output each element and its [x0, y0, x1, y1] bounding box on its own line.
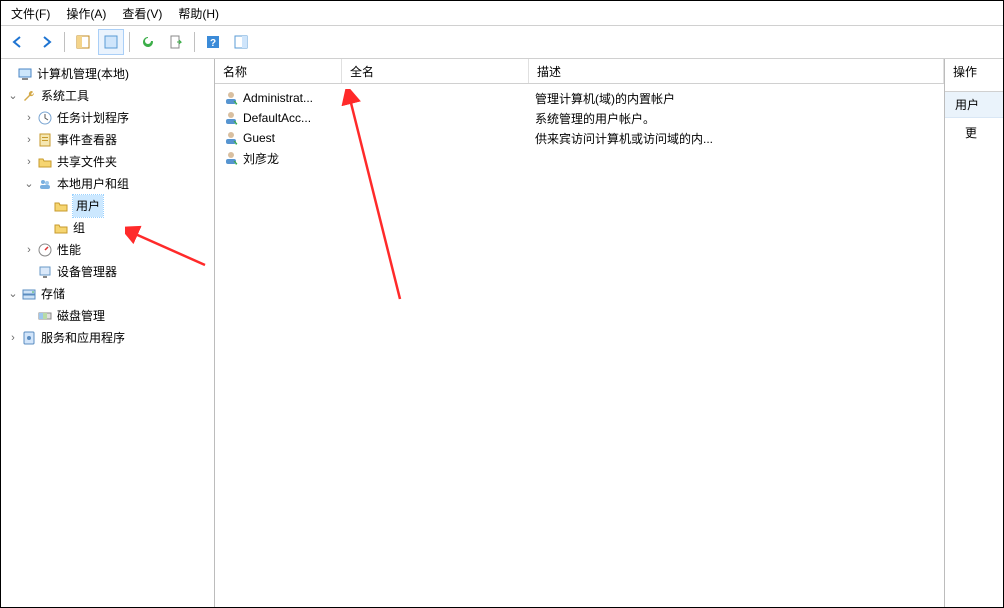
nav-back-icon[interactable] — [5, 29, 31, 55]
tree-groups[interactable]: 组 — [1, 217, 214, 239]
toolbar-separator — [129, 32, 130, 52]
collapse-icon[interactable]: ⌄ — [5, 283, 21, 305]
actions-more[interactable]: 更 — [945, 118, 1003, 147]
expand-icon[interactable]: › — [21, 107, 37, 129]
tree-label: 性能 — [57, 239, 81, 261]
toolbar: ? — [1, 26, 1003, 59]
services-icon — [21, 330, 37, 346]
tree-label: 计算机管理(本地) — [37, 63, 129, 85]
expand-icon[interactable]: › — [21, 151, 37, 173]
actions-header: 操作 — [945, 59, 1003, 92]
expand-icon[interactable]: › — [5, 327, 21, 349]
tree-pane[interactable]: › 计算机管理(本地) ⌄ 系统工具 › 任务计划程序 — [1, 59, 215, 607]
folder-icon — [53, 198, 69, 214]
tree-shared-folders[interactable]: › 共享文件夹 — [1, 151, 214, 173]
tree-label: 用户 — [73, 195, 103, 217]
user-icon — [223, 90, 239, 106]
menu-view[interactable]: 查看(V) — [116, 3, 168, 24]
folder-icon — [53, 220, 69, 236]
tree-root[interactable]: › 计算机管理(本地) — [1, 63, 214, 85]
wrench-icon — [21, 88, 37, 104]
user-name: 刘彦龙 — [243, 150, 279, 167]
actions-context: 用户 — [945, 92, 1003, 118]
show-action-pane-icon[interactable] — [228, 29, 254, 55]
menu-action[interactable]: 操作(A) — [60, 3, 112, 24]
disk-icon — [37, 308, 53, 324]
expand-icon[interactable]: › — [21, 239, 37, 261]
user-name: DefaultAcc... — [243, 111, 311, 125]
tree-services-apps[interactable]: › 服务和应用程序 — [1, 327, 214, 349]
user-icon — [223, 150, 239, 166]
user-description: 系统管理的用户帐户。 — [527, 110, 944, 127]
main-pane: 名称 全名 描述 Administrat...管理计算机(域)的内置帐户Defa… — [215, 59, 945, 607]
nav-forward-icon[interactable] — [33, 29, 59, 55]
storage-icon — [21, 286, 37, 302]
help-icon[interactable]: ? — [200, 29, 226, 55]
user-name: Guest — [243, 131, 275, 145]
svg-text:?: ? — [210, 38, 216, 49]
shared-folder-icon — [37, 154, 53, 170]
user-icon — [223, 130, 239, 146]
toolbar-separator — [194, 32, 195, 52]
user-icon — [223, 110, 239, 126]
tree-label: 服务和应用程序 — [41, 327, 125, 349]
computer-icon — [17, 66, 33, 82]
list-header: 名称 全名 描述 — [215, 59, 944, 84]
performance-icon — [37, 242, 53, 258]
tree-label: 设备管理器 — [57, 261, 117, 283]
user-row[interactable]: 刘彦龙 — [215, 148, 944, 168]
menu-file[interactable]: 文件(F) — [5, 3, 56, 24]
collapse-icon[interactable]: ⌄ — [21, 173, 37, 195]
tree-label: 系统工具 — [41, 85, 89, 107]
tree-label: 组 — [73, 217, 85, 239]
clock-icon — [37, 110, 53, 126]
user-row[interactable]: Administrat... 管理计算机(域)的内置帐户 — [215, 88, 944, 108]
refresh-icon[interactable] — [135, 29, 161, 55]
tree-users[interactable]: 用户 — [1, 195, 214, 217]
device-icon — [37, 264, 53, 280]
user-description: 供来宾访问计算机或访问域的内... — [527, 130, 944, 147]
properties-icon[interactable] — [98, 29, 124, 55]
col-description[interactable]: 描述 — [529, 59, 944, 83]
user-row[interactable]: DefaultAcc... 系统管理的用户帐户。 — [215, 108, 944, 128]
user-description: 管理计算机(域)的内置帐户 — [527, 90, 944, 107]
tree-label: 本地用户和组 — [57, 173, 129, 195]
show-hide-tree-icon[interactable] — [70, 29, 96, 55]
action-pane: 操作 用户 更 — [945, 59, 1003, 607]
tree-device-manager[interactable]: 设备管理器 — [1, 261, 214, 283]
tree-performance[interactable]: › 性能 — [1, 239, 214, 261]
tree-label: 共享文件夹 — [57, 151, 117, 173]
tree-event-viewer[interactable]: › 事件查看器 — [1, 129, 214, 151]
menubar: 文件(F) 操作(A) 查看(V) 帮助(H) — [1, 1, 1003, 26]
tree-local-users-groups[interactable]: ⌄ 本地用户和组 — [1, 173, 214, 195]
col-name[interactable]: 名称 — [215, 59, 342, 83]
event-icon — [37, 132, 53, 148]
tree-label: 存储 — [41, 283, 65, 305]
menu-help[interactable]: 帮助(H) — [172, 3, 225, 24]
toolbar-separator — [64, 32, 65, 52]
col-fullname[interactable]: 全名 — [342, 59, 529, 83]
tree-storage[interactable]: ⌄ 存储 — [1, 283, 214, 305]
collapse-icon[interactable]: ⌄ — [5, 85, 21, 107]
tree-label: 任务计划程序 — [57, 107, 129, 129]
body: › 计算机管理(本地) ⌄ 系统工具 › 任务计划程序 — [1, 59, 1003, 607]
user-name: Administrat... — [243, 91, 313, 105]
list-body[interactable]: Administrat...管理计算机(域)的内置帐户DefaultAcc...… — [215, 84, 944, 168]
tree-task-scheduler[interactable]: › 任务计划程序 — [1, 107, 214, 129]
export-list-icon[interactable] — [163, 29, 189, 55]
expand-icon[interactable]: › — [21, 129, 37, 151]
tree-label: 磁盘管理 — [57, 305, 105, 327]
users-group-icon — [37, 176, 53, 192]
tree-disk-management[interactable]: 磁盘管理 — [1, 305, 214, 327]
user-row[interactable]: Guest 供来宾访问计算机或访问域的内... — [215, 128, 944, 148]
tree-system-tools[interactable]: ⌄ 系统工具 — [1, 85, 214, 107]
tree-label: 事件查看器 — [57, 129, 117, 151]
